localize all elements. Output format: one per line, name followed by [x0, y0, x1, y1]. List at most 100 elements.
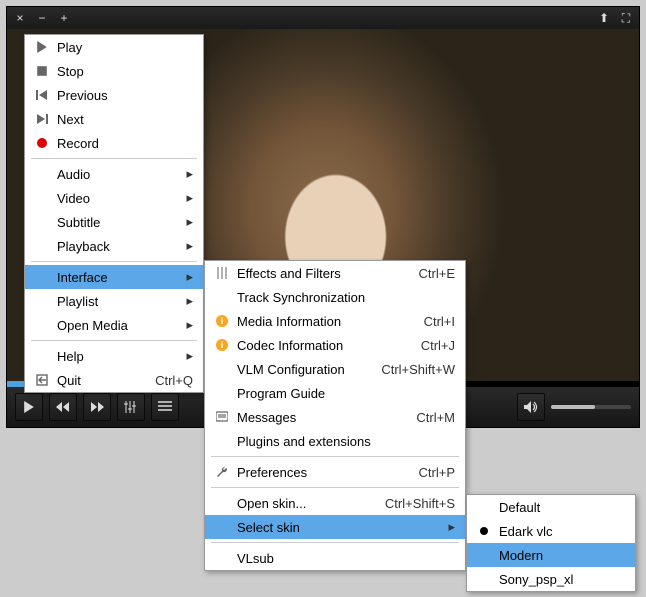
menu-item-interface[interactable]: Interface▸	[25, 265, 203, 289]
stop-icon	[31, 65, 53, 77]
chevron-right-icon: ▸	[181, 190, 193, 206]
menu-item-skin-edark[interactable]: Edark vlc	[467, 519, 635, 543]
messages-icon	[211, 411, 233, 423]
close-icon[interactable]: ×	[13, 11, 27, 25]
menu-item-playback[interactable]: Playback▸	[25, 234, 203, 258]
menu-label: Record	[53, 136, 193, 151]
volume-button[interactable]	[517, 393, 545, 421]
menu-shortcut: Ctrl+Shift+W	[361, 362, 455, 377]
menu-label: Video	[53, 191, 181, 206]
menu-label: Media Information	[233, 314, 404, 329]
add-icon[interactable]: +	[57, 11, 71, 25]
menu-item-play[interactable]: Play	[25, 35, 203, 59]
menu-label: Select skin	[233, 520, 443, 535]
menu-label: Quit	[53, 373, 135, 388]
menu-label: VLsub	[233, 551, 455, 566]
menu-label: Next	[53, 112, 193, 127]
menu-item-preferences[interactable]: Preferences Ctrl+P	[205, 460, 465, 484]
menu-label: Default	[495, 500, 625, 515]
play-icon	[31, 41, 53, 53]
menu-item-quit[interactable]: Quit Ctrl+Q	[25, 368, 203, 392]
chevron-right-icon: ▸	[181, 348, 193, 364]
chevron-right-icon: ▸	[181, 269, 193, 285]
menu-label: Program Guide	[233, 386, 455, 401]
menu-item-program-guide[interactable]: Program Guide	[205, 381, 465, 405]
chevron-right-icon: ▸	[181, 293, 193, 309]
menu-label: Help	[53, 349, 181, 364]
menu-label: Audio	[53, 167, 181, 182]
menu-label: VLM Configuration	[233, 362, 361, 377]
radio-unchecked-icon	[473, 503, 495, 511]
menu-item-select-skin[interactable]: Select skin ▸	[205, 515, 465, 539]
equalizer-button[interactable]	[117, 393, 145, 421]
menu-divider	[31, 158, 197, 159]
upload-icon[interactable]: ⬆	[597, 11, 611, 25]
menu-label: Open skin...	[233, 496, 365, 511]
menu-label: Modern	[495, 548, 625, 563]
playlist-button[interactable]	[151, 393, 179, 421]
menu-label: Effects and Filters	[233, 266, 399, 281]
chevron-right-icon: ▸	[181, 317, 193, 333]
context-menu-main: Play Stop Previous Next Record Audio▸ Vi…	[24, 34, 204, 393]
menu-item-media-info[interactable]: i Media Information Ctrl+I	[205, 309, 465, 333]
menu-shortcut: Ctrl+P	[399, 465, 455, 480]
menu-label: Messages	[233, 410, 396, 425]
menu-label: Codec Information	[233, 338, 401, 353]
menu-label: Playlist	[53, 294, 181, 309]
menu-item-help[interactable]: Help▸	[25, 344, 203, 368]
menu-label: Stop	[53, 64, 193, 79]
menu-item-codec-info[interactable]: i Codec Information Ctrl+J	[205, 333, 465, 357]
menu-item-audio[interactable]: Audio▸	[25, 162, 203, 186]
fullscreen-icon[interactable]: ⛶	[619, 11, 633, 25]
info-icon: i	[211, 339, 233, 351]
menu-item-open-skin[interactable]: Open skin... Ctrl+Shift+S	[205, 491, 465, 515]
rewind-button[interactable]	[49, 393, 77, 421]
play-button[interactable]	[15, 393, 43, 421]
menu-divider	[211, 542, 459, 543]
menu-shortcut: Ctrl+E	[399, 266, 455, 281]
context-menu-select-skin: Default Edark vlc Modern Sony_psp_xl	[466, 494, 636, 592]
menu-shortcut: Ctrl+Shift+S	[365, 496, 455, 511]
sliders-icon	[211, 267, 233, 279]
menu-item-effects[interactable]: Effects and Filters Ctrl+E	[205, 261, 465, 285]
menu-item-next[interactable]: Next	[25, 107, 203, 131]
menu-label: Previous	[53, 88, 193, 103]
menu-item-messages[interactable]: Messages Ctrl+M	[205, 405, 465, 429]
menu-shortcut: Ctrl+I	[404, 314, 455, 329]
minimize-icon[interactable]: −	[35, 11, 49, 25]
radio-checked-icon	[473, 527, 495, 535]
menu-label: Track Synchronization	[233, 290, 455, 305]
menu-divider	[31, 261, 197, 262]
forward-button[interactable]	[83, 393, 111, 421]
menu-shortcut: Ctrl+J	[401, 338, 455, 353]
menu-item-plugins[interactable]: Plugins and extensions	[205, 429, 465, 453]
titlebar: × − + ⬆ ⛶	[7, 7, 639, 29]
menu-item-skin-modern[interactable]: Modern	[467, 543, 635, 567]
menu-item-skin-sony[interactable]: Sony_psp_xl	[467, 567, 635, 591]
menu-label: Open Media	[53, 318, 181, 333]
menu-item-vlsub[interactable]: VLsub	[205, 546, 465, 570]
context-menu-interface: Effects and Filters Ctrl+E Track Synchro…	[204, 260, 466, 571]
chevron-right-icon: ▸	[181, 238, 193, 254]
chevron-right-icon: ▸	[443, 519, 455, 535]
menu-item-playlist[interactable]: Playlist▸	[25, 289, 203, 313]
quit-icon	[31, 374, 53, 386]
menu-label: Preferences	[233, 465, 399, 480]
menu-item-track-sync[interactable]: Track Synchronization	[205, 285, 465, 309]
menu-divider	[211, 456, 459, 457]
menu-label: Playback	[53, 239, 181, 254]
radio-unchecked-icon	[473, 551, 495, 559]
chevron-right-icon: ▸	[181, 214, 193, 230]
menu-item-vlm-config[interactable]: VLM Configuration Ctrl+Shift+W	[205, 357, 465, 381]
menu-item-previous[interactable]: Previous	[25, 83, 203, 107]
menu-label: Sony_psp_xl	[495, 572, 625, 587]
menu-item-record[interactable]: Record	[25, 131, 203, 155]
menu-item-stop[interactable]: Stop	[25, 59, 203, 83]
menu-label: Play	[53, 40, 193, 55]
menu-item-open-media[interactable]: Open Media▸	[25, 313, 203, 337]
menu-item-skin-default[interactable]: Default	[467, 495, 635, 519]
menu-label: Edark vlc	[495, 524, 625, 539]
menu-item-video[interactable]: Video▸	[25, 186, 203, 210]
volume-slider[interactable]	[551, 405, 631, 409]
menu-item-subtitle[interactable]: Subtitle▸	[25, 210, 203, 234]
